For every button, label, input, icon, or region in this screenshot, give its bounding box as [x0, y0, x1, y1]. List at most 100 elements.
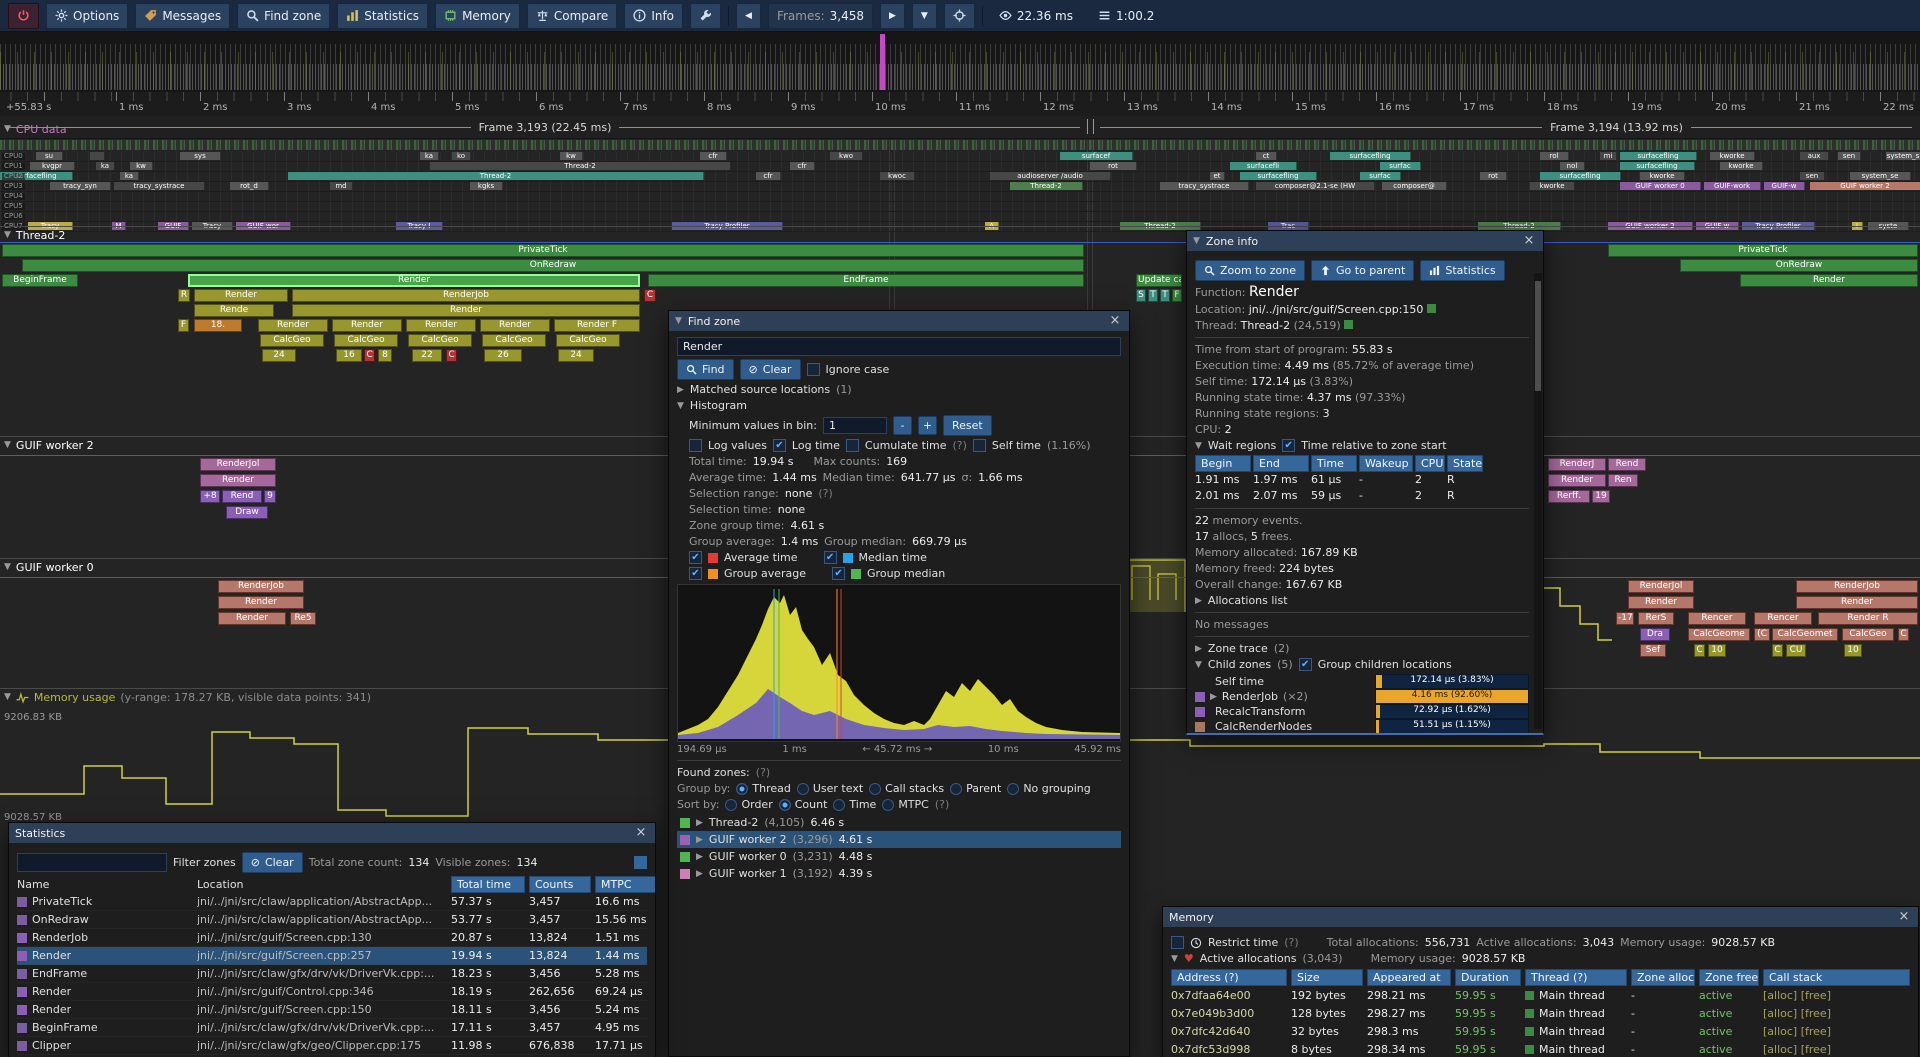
thread-value[interactable]: Thread-2	[1241, 319, 1290, 332]
cpu-zone[interactable]: cfr	[700, 152, 727, 160]
cpu-zone[interactable]: rol	[1540, 152, 1569, 160]
cpu-zone[interactable]: rot_d	[230, 182, 269, 190]
collapsed-triangle-icon[interactable]: ▶	[677, 385, 684, 395]
cpu-zone[interactable]: md	[330, 182, 353, 190]
timeline-zone[interactable]: Rende	[194, 304, 274, 317]
prev-frame-button[interactable]: ◀	[736, 3, 761, 29]
timeline-zone[interactable]: Render	[188, 274, 640, 287]
goto-frame-button[interactable]	[944, 3, 975, 29]
timeline-zone[interactable]: Render F	[554, 319, 640, 332]
cpu-zone[interactable]: ka	[420, 152, 439, 160]
time-relative-checkbox[interactable]	[1282, 439, 1295, 452]
allocation-row[interactable]: 0x7dfc42d640 32 bytes 298.3 ms 59.95 s M…	[1171, 1022, 1910, 1040]
cpu-zone[interactable]: ka	[96, 162, 115, 170]
cpu-zone[interactable]: nol	[1560, 162, 1585, 170]
allocation-row[interactable]: 0x7dfc53d998 8 bytes 298.34 ms 59.95 s M…	[1171, 1040, 1910, 1057]
cpu-zone[interactable]: tracy_syn	[50, 182, 111, 190]
timeline-zone[interactable]: Render	[258, 319, 328, 332]
timeline-zone[interactable]: C	[446, 349, 457, 362]
cumulate-time-checkbox[interactable]	[846, 439, 859, 452]
power-button[interactable]	[8, 3, 39, 29]
col-thread-sort[interactable]: Thread (?)	[1525, 969, 1627, 986]
allocation-address[interactable]: 0x7dfc42d640	[1171, 1025, 1287, 1038]
cpu-zone[interactable]: tracy_systrace	[114, 182, 205, 190]
cpu-row[interactable]: CPU7 TracyMGUIFTracyGUIF worTracy ITracy…	[0, 222, 1920, 232]
timeline-zone[interactable]: Rerff.	[1548, 490, 1590, 503]
group-by-option[interactable]: Parent	[950, 782, 1001, 795]
timeline-zone[interactable]: Render	[200, 474, 276, 487]
timeline-zone[interactable]: RenderJob	[1796, 580, 1918, 593]
wait-col-state[interactable]: State	[1447, 455, 1483, 472]
timeline-zone[interactable]: (C	[1754, 628, 1770, 641]
timeline-zone[interactable]: CalcGeo	[1842, 628, 1894, 641]
cpu-zone[interactable]: surfacefling	[1620, 152, 1697, 160]
timeline-zone[interactable]: RerS	[1638, 612, 1674, 625]
cpu-zone[interactable]: composer@	[1382, 182, 1447, 190]
statistics-row[interactable]: EndFrame jni/../jni/src/claw/gfx/drv/vk/…	[17, 965, 647, 983]
timeline-zone[interactable]: Render R	[1818, 612, 1918, 625]
messages-button[interactable]: Messages	[135, 3, 230, 29]
sort-by-option[interactable]: Time	[833, 798, 876, 811]
statistics-row[interactable]: RenderJob jni/../jni/src/guif/Screen.cpp…	[17, 929, 647, 947]
group-by-option[interactable]: Call stacks	[869, 782, 944, 795]
cpu-zone[interactable]: kwoc	[880, 172, 915, 180]
expanded-triangle-icon[interactable]: ▼	[1195, 441, 1202, 451]
expanded-triangle-icon[interactable]: ▼	[677, 401, 684, 411]
log-time-checkbox[interactable]	[773, 439, 786, 452]
filter-zones-input[interactable]	[17, 853, 167, 872]
frame-span[interactable]: Frame 3,194 (13.92 ms)	[1100, 116, 1912, 138]
group-by-option[interactable]: No grouping	[1007, 782, 1090, 795]
timeline-zone[interactable]: RenderJol	[1628, 580, 1694, 593]
timeline-zone[interactable]: T	[1160, 289, 1170, 302]
allocation-call-stack[interactable]: [alloc] [free]	[1763, 1025, 1910, 1038]
timeline-zone[interactable]: 16	[336, 349, 362, 362]
timeline-zone[interactable]: OnRedraw	[1680, 259, 1918, 272]
allocation-address[interactable]: 0x7dfaa64e00	[1171, 989, 1287, 1002]
cpu-row[interactable]: CPU4	[0, 192, 1920, 202]
timeline-zone[interactable]: EndFrame	[648, 274, 1084, 287]
guif-worker-0-header[interactable]: ▼ GUIF worker 0	[4, 560, 94, 574]
cpu-row[interactable]: CPU0 susyskakokwcfrkwosurfacefctsurfacef…	[0, 152, 1920, 162]
timeline-zone[interactable]: Rencer	[1688, 612, 1746, 625]
clear-button[interactable]: ⊘ Clear	[740, 359, 801, 380]
location-value[interactable]: jni/../jni/src/guif/Screen.cpp:150	[1249, 303, 1424, 316]
cpu-zone[interactable]: kw	[560, 152, 583, 160]
cpu-zone[interactable]: ko	[452, 152, 471, 160]
sort-by-option[interactable]: Order	[725, 798, 772, 811]
cpu-zone[interactable]: cfr	[756, 172, 781, 180]
timeline-zone[interactable]: C	[644, 289, 656, 302]
statistics-titlebar[interactable]: Statistics ×	[9, 823, 655, 843]
cpu-zone[interactable]: kwo	[830, 152, 863, 160]
cpu-zone[interactable]: GUIF-w	[1764, 182, 1805, 190]
memory-usage-header[interactable]: ▼ Memory usage (y-range: 178.27 KB, visi…	[4, 690, 371, 704]
cpu-zone[interactable]: Thread-2	[1010, 182, 1083, 190]
col-size-sort[interactable]: Size	[1291, 969, 1363, 986]
statistics-row[interactable]: PrivateTick jni/../jni/src/claw/applicat…	[17, 893, 647, 911]
timeline-zone[interactable]: BeginFrame	[2, 274, 78, 287]
timeline-zone[interactable]: 26	[484, 349, 522, 362]
timeline-zone[interactable]: Rend	[222, 490, 262, 503]
zone-statistics-button[interactable]: Statistics	[1420, 260, 1504, 281]
timeline-zone[interactable]: Render	[1548, 474, 1606, 487]
close-icon[interactable]: ×	[1521, 233, 1537, 249]
thread-2-header[interactable]: ▼ Thread-2	[4, 228, 65, 242]
cpu-row[interactable]: CPU1 kvgprkakwThread-2cfrrotsurfaceflisu…	[0, 162, 1920, 172]
tools-button[interactable]	[690, 3, 721, 29]
timeline-zone[interactable]: Draw	[226, 506, 268, 519]
frames-row[interactable]: Frame 3,193 (22.45 ms) Frame 3,194 (13.9…	[0, 116, 1920, 139]
min-bin-decrease-button[interactable]: -	[893, 416, 912, 435]
found-zone-group-row[interactable]: ▶ GUIF worker 2 (3,296) 4.61 s	[677, 831, 1121, 848]
col-address-sort[interactable]: Address (?)	[1171, 969, 1287, 986]
wait-region-row[interactable]: 1.91 ms 1.97 ms 61 µs - 2 R	[1195, 471, 1529, 487]
cpu-zone[interactable]	[90, 152, 105, 160]
cpu-zone[interactable]: tracy_systrace	[1160, 182, 1249, 190]
statistics-button[interactable]: Statistics	[337, 3, 428, 29]
options-square-button[interactable]	[634, 856, 647, 869]
allocation-row[interactable]: 0x7e049b3d00 128 bytes 298.27 ms 59.95 s…	[1171, 1004, 1910, 1022]
min-bin-increase-button[interactable]: +	[918, 416, 937, 435]
time-histogram[interactable]	[677, 584, 1121, 742]
wait-col-end[interactable]: End	[1253, 455, 1309, 472]
median-time-line-checkbox[interactable]	[824, 551, 837, 564]
cpu-data-header[interactable]: ▼ CPU data	[4, 122, 67, 136]
timeline-zone[interactable]: CalcGeomet	[1772, 628, 1838, 641]
